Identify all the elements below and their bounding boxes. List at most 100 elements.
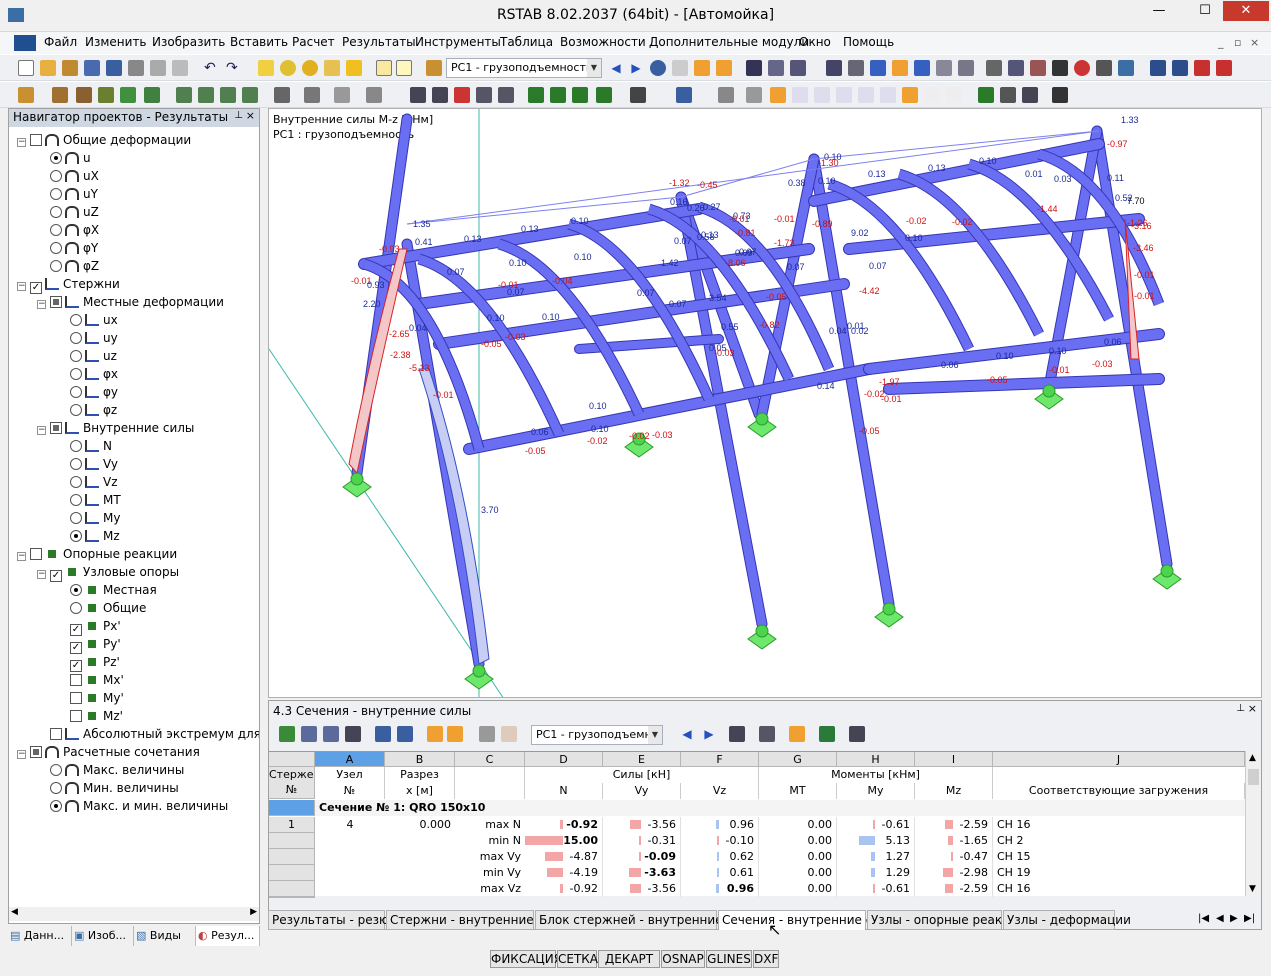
value-cell-my[interactable]: 5.13: [837, 833, 915, 849]
value-cell-my[interactable]: -0.61: [837, 881, 915, 897]
status-cartesian[interactable]: ДЕКАРТ: [598, 950, 660, 968]
radio-button[interactable]: [70, 494, 82, 506]
column-letter[interactable]: J: [993, 752, 1245, 767]
column-letter[interactable]: G: [759, 752, 837, 767]
radio-button[interactable]: [70, 332, 82, 344]
navigator-item[interactable]: Mz': [57, 707, 123, 725]
menu-view[interactable]: Изобразить: [152, 35, 225, 49]
radio-button[interactable]: [50, 188, 62, 200]
navigator-item[interactable]: Макс. величины: [37, 761, 184, 779]
scroll-right-icon[interactable]: ▶: [250, 907, 257, 917]
navigator-item[interactable]: MT: [57, 491, 121, 509]
view-x-icon[interactable]: [410, 87, 426, 103]
structural-model[interactable]: 1.33 1.35 0.10 0.13 0.13 0.10 0.07 0.07 0.07 0.10…: [269, 109, 1262, 698]
navigator-item[interactable]: uy: [57, 329, 118, 347]
settings-icon[interactable]: [1118, 60, 1134, 76]
new-file-icon[interactable]: [18, 60, 34, 76]
collapse-icon[interactable]: −: [17, 552, 26, 561]
status-glines[interactable]: GLINES: [706, 950, 752, 968]
value-cell-mt[interactable]: 0.00: [759, 833, 837, 849]
radio-button[interactable]: [50, 800, 62, 812]
value-cell-mt[interactable]: 0.00: [759, 865, 837, 881]
table-results-icon[interactable]: [789, 726, 805, 742]
scale-icon[interactable]: [914, 60, 930, 76]
menu-help[interactable]: Помощь: [843, 35, 894, 49]
mesh-icon[interactable]: [848, 60, 864, 76]
checkbox[interactable]: [70, 710, 82, 722]
status-osnap[interactable]: OSNAP: [661, 950, 705, 968]
undo-icon[interactable]: ↶: [204, 60, 220, 76]
column-letter[interactable]: C: [455, 752, 525, 767]
support-reaction-icon[interactable]: [978, 87, 994, 103]
maximize-button[interactable]: ☐: [1189, 1, 1221, 21]
value-cell-vz[interactable]: 0.61: [681, 865, 759, 881]
pin-icon[interactable]: ⊥: [234, 110, 243, 121]
column-letter[interactable]: E: [603, 752, 681, 767]
navigator-item[interactable]: My': [57, 689, 124, 707]
view-iso-icon[interactable]: [476, 87, 492, 103]
export-icon[interactable]: [1150, 60, 1166, 76]
report-icon[interactable]: [172, 60, 188, 76]
hinge-icon[interactable]: [120, 87, 136, 103]
radio-button[interactable]: [50, 206, 62, 218]
x-cell[interactable]: [385, 881, 455, 897]
delete-icon[interactable]: [1074, 60, 1090, 76]
radio-button[interactable]: [50, 260, 62, 272]
value-cell-n[interactable]: -15.00: [525, 833, 603, 849]
node-icon[interactable]: [18, 87, 34, 103]
value-cell-my[interactable]: 1.29: [837, 865, 915, 881]
value-cell-mz[interactable]: -0.47: [915, 849, 993, 865]
navigator-item[interactable]: φy: [57, 383, 118, 401]
force-pz-icon[interactable]: [946, 87, 962, 103]
table-close-icon[interactable]: ×: [1248, 702, 1257, 715]
value-cell-mz[interactable]: -2.59: [915, 881, 993, 897]
tab-data[interactable]: ▤ Данн...: [8, 926, 72, 946]
table-export-icon[interactable]: [279, 726, 295, 742]
value-cell-vz[interactable]: 0.96: [681, 817, 759, 833]
view-y-icon[interactable]: [432, 87, 448, 103]
column-letter[interactable]: D: [525, 752, 603, 767]
radio-button[interactable]: [70, 476, 82, 488]
navigator-item[interactable]: − Узловые опоры: [37, 563, 179, 582]
calculator-table-icon[interactable]: [849, 726, 865, 742]
radio-button[interactable]: [70, 530, 82, 542]
next-icon[interactable]: ▶: [628, 60, 644, 76]
table-graphic-icon[interactable]: [729, 726, 745, 742]
legend-icon[interactable]: [1052, 87, 1068, 103]
axes-icon[interactable]: [528, 87, 544, 103]
menu-calculate[interactable]: Расчет: [292, 35, 335, 49]
checkbox[interactable]: [30, 548, 42, 560]
search-icon[interactable]: [280, 60, 296, 76]
graphics-window[interactable]: Внутренние силы M-z [кНм] РС1 : грузопод…: [268, 108, 1262, 698]
status-dxf[interactable]: DXF: [753, 950, 779, 968]
extreme-type-cell[interactable]: min N: [455, 833, 525, 849]
menu-window[interactable]: Окно: [799, 35, 831, 49]
checkbox[interactable]: [50, 296, 62, 308]
table-prev-icon[interactable]: [375, 726, 391, 742]
results-icon[interactable]: [650, 60, 666, 76]
measure-icon[interactable]: [958, 60, 974, 76]
value-cell-vy[interactable]: -0.09: [603, 849, 681, 865]
loadcase-cell[interactable]: СН 16: [993, 881, 1245, 897]
mdi-minimize-icon[interactable]: _: [1218, 36, 1224, 49]
navigator-item[interactable]: − Местные деформации: [37, 293, 224, 311]
results-grid[interactable]: ABCDEFGHIJ Стержень №Узел№Разрезx [м] Силы…: [269, 751, 1245, 898]
navigator-item[interactable]: Общие: [57, 599, 146, 617]
force-mz-icon[interactable]: [880, 87, 896, 103]
navigator-item[interactable]: Pz': [57, 653, 120, 672]
member-set-icon[interactable]: [76, 87, 92, 103]
node-load-icon[interactable]: [176, 87, 192, 103]
navigator-item[interactable]: Px': [57, 617, 121, 636]
value-cell-mz[interactable]: -2.59: [915, 817, 993, 833]
column-letter[interactable]: B: [385, 752, 455, 767]
film-icon[interactable]: [790, 60, 806, 76]
value-cell-vz[interactable]: 0.96: [681, 881, 759, 897]
navigator-item[interactable]: − Стержни: [17, 275, 120, 294]
navigator-item[interactable]: Mz: [57, 527, 120, 545]
status-snap[interactable]: ФИКСАЦИЯ: [490, 950, 562, 968]
axes-y-icon[interactable]: [572, 87, 588, 103]
tab-last-icon[interactable]: ▶|: [1244, 913, 1255, 924]
table-pin-icon[interactable]: ⊥: [1236, 703, 1245, 714]
load-icon[interactable]: [144, 87, 160, 103]
navigator-item[interactable]: φx: [57, 365, 118, 383]
